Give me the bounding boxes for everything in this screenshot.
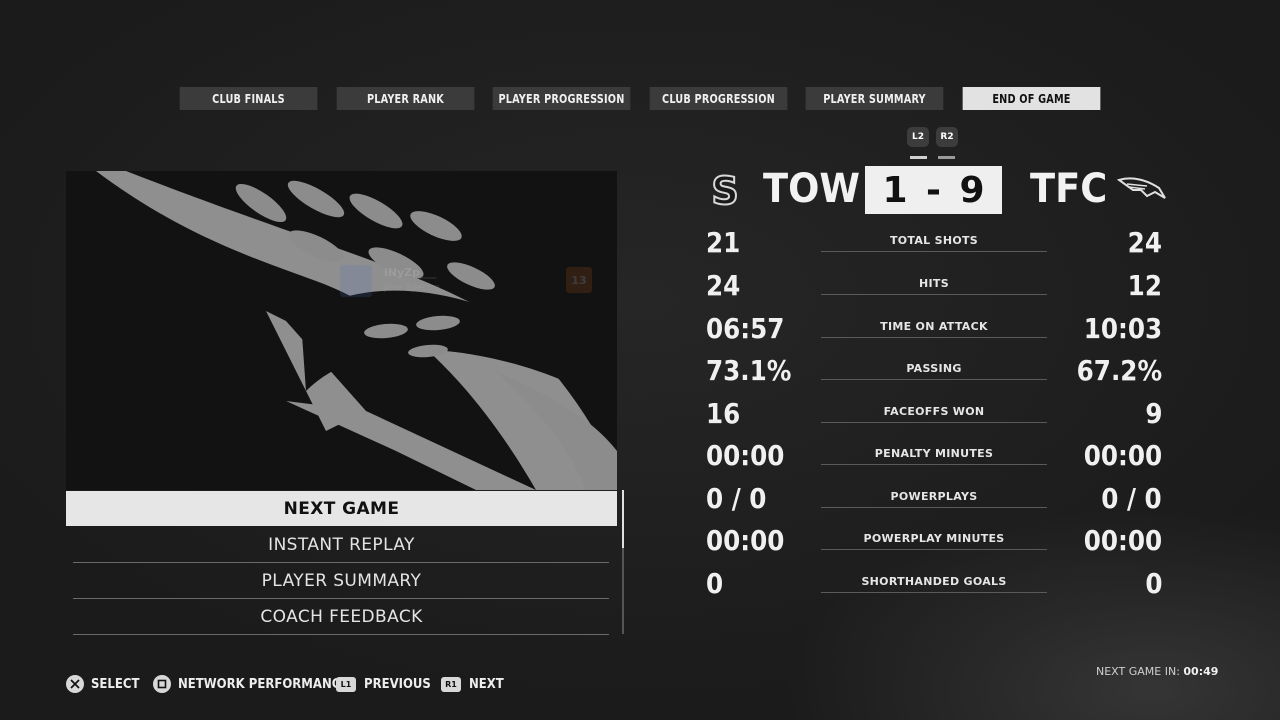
next-game-timer-label: NEXT GAME IN:: [1096, 665, 1180, 678]
menu-divider: [73, 634, 609, 635]
stat-row-powerplay-minutes: 00:00 POWERPLAY MINUTES 00:00: [700, 524, 1170, 564]
hint-next-label: NEXT: [469, 676, 504, 692]
next-game-timer: NEXT GAME IN: 00:49: [1096, 665, 1218, 678]
home-stat-value: 24: [706, 269, 741, 302]
square-button-icon: [153, 675, 171, 693]
home-stat-value: 0 / 0: [706, 482, 767, 515]
stat-label: PENALTY MINUTES: [874, 447, 994, 460]
away-stat-value: 9: [1144, 397, 1162, 430]
stat-label: POWERPLAY MINUTES: [863, 532, 1005, 545]
stat-label: HITS: [919, 277, 949, 290]
game-preview-panel: iNyZp___ Jose Spectre 13: [66, 171, 617, 490]
player-overlay-subtitle: Jose Spectre: [384, 283, 440, 293]
cross-button-icon: [66, 675, 84, 693]
away-stat-value: 00:00: [1083, 439, 1162, 472]
away-team-logo-icon: [1117, 177, 1166, 199]
home-stat-value: 00:00: [706, 439, 785, 472]
tab-club-progression[interactable]: CLUB PROGRESSION: [649, 87, 788, 110]
trigger-indicator-right: [938, 156, 955, 159]
menu-item-coach-feedback[interactable]: COACH FEEDBACK: [66, 599, 617, 634]
stat-label: TIME ON ATTACK: [880, 320, 988, 333]
tab-player-rank[interactable]: PLAYER RANK: [336, 87, 475, 110]
hint-select-label: SELECT: [91, 676, 140, 692]
stat-divider: [821, 464, 1047, 465]
menu-scrollbar-thumb[interactable]: [622, 490, 624, 548]
menu-item-next-game[interactable]: NEXT GAME: [66, 491, 617, 526]
away-stat-value: 0 / 0: [1101, 482, 1162, 515]
away-stat-value: 10:03: [1083, 312, 1162, 345]
next-game-timer-value: 00:49: [1183, 665, 1219, 678]
player-level-badge: 13: [566, 267, 592, 293]
hint-previous-label: PREVIOUS: [364, 676, 431, 692]
final-score: 1 - 9: [865, 166, 1002, 214]
l2-trigger-icon[interactable]: L2: [907, 127, 929, 147]
tab-bar: CLUB FINALS PLAYER RANK PLAYER PROGRESSI…: [172, 87, 1108, 111]
stat-row-shorthanded-goals: 0 SHORTHANDED GOALS 0: [700, 567, 1170, 607]
away-stat-value: 0: [1144, 567, 1162, 600]
stat-divider: [821, 379, 1047, 380]
home-team-abbr: TOW: [763, 166, 860, 212]
home-team-logo-icon: S: [710, 168, 739, 214]
stat-row-faceoffs-won: 16 FACEOFFS WON 9: [700, 397, 1170, 437]
away-stat-value: 67.2%: [1076, 354, 1162, 387]
stat-divider: [821, 337, 1047, 338]
hint-network-performance-label: NETWORK PERFORMANCE: [178, 676, 349, 692]
menu-item-instant-replay[interactable]: INSTANT REPLAY: [66, 527, 617, 562]
trigger-indicator-left: [910, 156, 927, 159]
player-overlay-card: iNyZp___ Jose Spectre 13: [334, 263, 598, 299]
home-stat-value: 21: [706, 226, 741, 259]
home-stat-value: 00:00: [706, 524, 785, 557]
stat-label: FACEOFFS WON: [883, 405, 985, 418]
home-stat-value: 73.1%: [706, 354, 792, 387]
stat-row-total-shots: 21 TOTAL SHOTS 24: [700, 226, 1170, 266]
hint-next[interactable]: R1 NEXT: [441, 674, 508, 694]
player-avatar: [340, 265, 372, 297]
hint-previous[interactable]: L1 PREVIOUS: [336, 674, 438, 694]
hint-select[interactable]: SELECT: [66, 674, 145, 694]
away-team-abbr: TFC: [1030, 166, 1108, 212]
tab-player-progression[interactable]: PLAYER PROGRESSION: [492, 87, 631, 110]
away-stat-value: 12: [1127, 269, 1162, 302]
stat-label: TOTAL SHOTS: [889, 234, 979, 247]
stat-row-passing: 73.1% PASSING 67.2%: [700, 354, 1170, 394]
stat-divider: [821, 294, 1047, 295]
stat-row-powerplays: 0 / 0 POWERPLAYS 0 / 0: [700, 482, 1170, 522]
home-stat-value: 0: [706, 567, 724, 600]
r1-button-icon: R1: [441, 676, 461, 692]
stat-divider: [821, 422, 1047, 423]
tab-club-finals[interactable]: CLUB FINALS: [179, 87, 318, 110]
stat-label: SHORTHANDED GOALS: [861, 575, 1007, 588]
stat-divider: [821, 549, 1047, 550]
stat-label: PASSING: [906, 362, 962, 375]
l1-button-icon: L1: [336, 676, 356, 692]
stat-divider: [821, 251, 1047, 252]
stat-label: POWERPLAYS: [890, 490, 978, 503]
stat-row-penalty-minutes: 00:00 PENALTY MINUTES 00:00: [700, 439, 1170, 479]
stat-row-time-on-attack: 06:57 TIME ON ATTACK 10:03: [700, 312, 1170, 352]
stat-divider: [821, 507, 1047, 508]
away-stat-value: 24: [1127, 226, 1162, 259]
r2-trigger-icon[interactable]: R2: [936, 127, 958, 147]
stat-divider: [821, 592, 1047, 593]
tab-end-of-game[interactable]: END OF GAME: [962, 87, 1101, 110]
team-logo-watermark-icon: [96, 171, 617, 490]
stat-row-hits: 24 HITS 12: [700, 269, 1170, 309]
away-stat-value: 00:00: [1083, 524, 1162, 557]
home-stat-value: 16: [706, 397, 741, 430]
home-stat-value: 06:57: [706, 312, 785, 345]
tab-player-summary[interactable]: PLAYER SUMMARY: [805, 87, 944, 110]
menu-item-player-summary[interactable]: PLAYER SUMMARY: [66, 563, 617, 598]
player-overlay-name: iNyZp___: [384, 266, 437, 279]
